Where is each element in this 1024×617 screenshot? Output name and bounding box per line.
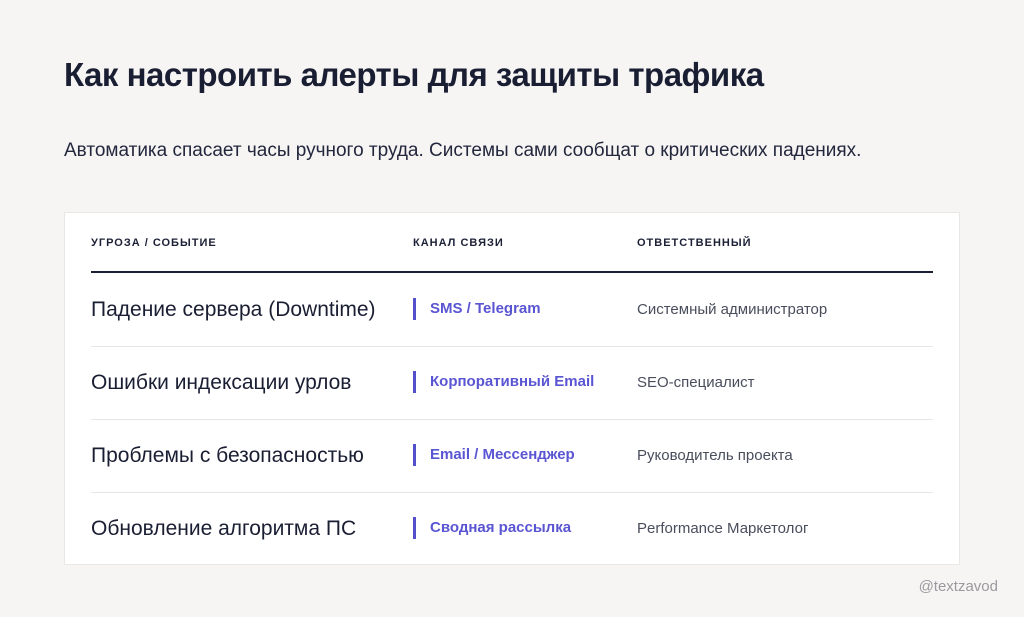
table-row: Обновление алгоритма ПС Сводная рассылка… bbox=[91, 492, 933, 565]
cell-owner: Системный администратор bbox=[637, 301, 828, 318]
table-row: Ошибки индексации урлов Корпоративный Em… bbox=[91, 346, 933, 420]
header-owner: ОТВЕТСТВЕННЫЙ bbox=[637, 237, 752, 249]
cell-channel: SMS / Telegram bbox=[413, 298, 541, 320]
cell-owner: SEO-специалист bbox=[637, 374, 755, 391]
cell-threat: Падение сервера (Downtime) bbox=[91, 298, 376, 321]
header-channel: КАНАЛ СВЯЗИ bbox=[413, 237, 504, 249]
cell-threat: Ошибки индексации урлов bbox=[91, 371, 352, 394]
table-header: УГРОЗА / СОБЫТИЕ КАНАЛ СВЯЗИ ОТВЕТСТВЕНН… bbox=[91, 213, 933, 273]
cell-channel: Email / Мессенджер bbox=[413, 444, 575, 466]
watermark: @textzavod bbox=[918, 578, 998, 595]
table-row: Проблемы с безопасностью Email / Мессенд… bbox=[91, 419, 933, 493]
cell-threat: Обновление алгоритма ПС bbox=[91, 517, 357, 540]
alerts-table-card: УГРОЗА / СОБЫТИЕ КАНАЛ СВЯЗИ ОТВЕТСТВЕНН… bbox=[64, 212, 960, 565]
cell-owner: Руководитель проекта bbox=[637, 447, 793, 464]
page-subtitle: Автоматика спасает часы ручного труда. С… bbox=[64, 140, 862, 161]
header-threat: УГРОЗА / СОБЫТИЕ bbox=[91, 237, 217, 249]
cell-channel: Корпоративный Email bbox=[413, 371, 594, 393]
table-row: Падение сервера (Downtime) SMS / Telegra… bbox=[91, 273, 933, 347]
page-title: Как настроить алерты для защиты трафика bbox=[64, 56, 764, 93]
cell-channel: Сводная рассылка bbox=[413, 517, 571, 539]
cell-owner: Performance Маркетолог bbox=[637, 520, 809, 537]
cell-threat: Проблемы с безопасностью bbox=[91, 444, 364, 467]
